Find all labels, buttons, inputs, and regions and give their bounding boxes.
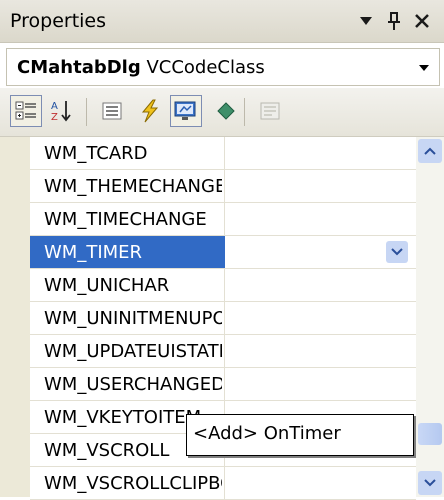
svg-text:Z: Z — [51, 112, 58, 123]
grid-gutter — [0, 137, 30, 497]
grid-row-wm-timer[interactable]: WM_TIMER — [30, 236, 416, 269]
row-label: WM_UNICHAR — [44, 275, 170, 296]
scrollbar-thumb[interactable] — [418, 423, 442, 445]
chevron-down-icon[interactable] — [386, 241, 408, 263]
row-value-field[interactable] — [225, 236, 416, 268]
grid-row-wm-timechange[interactable]: WM_TIMECHANGE — [30, 203, 416, 236]
row-label: WM_UPDATEUISTATE — [44, 341, 222, 362]
grid-row-wm-tcard[interactable]: WM_TCARD — [30, 137, 416, 170]
add-ontimer-option[interactable]: <Add> OnTimer — [193, 423, 341, 444]
property-grid: WM_TCARD WM_THEMECHANGED WM_TIMECHANGE W… — [0, 137, 444, 500]
scroll-up-icon[interactable] — [418, 139, 442, 163]
row-label: WM_USERCHANGED — [44, 374, 222, 395]
grid-row-wm-userchanged[interactable]: WM_USERCHANGED — [30, 368, 416, 401]
close-icon[interactable] — [410, 8, 434, 34]
row-label: WM_UNINITMENUPOPUP — [44, 308, 222, 329]
grid-row-wm-updateuistate[interactable]: WM_UPDATEUISTATE — [30, 335, 416, 368]
properties-title-bar: Properties — [0, 0, 444, 43]
messages-icon[interactable] — [170, 95, 202, 127]
grid-row-wm-vscrollclipboard[interactable]: WM_VSCROLLCLIPBOARD — [30, 467, 416, 500]
row-label: WM_TCARD — [44, 143, 148, 164]
toolbar-separator — [86, 98, 87, 126]
svg-text:A: A — [51, 101, 58, 112]
handler-dropdown-list: <Add> OnTimer — [186, 414, 414, 456]
panel-title: Properties — [10, 10, 107, 32]
toolbar-separator — [244, 98, 245, 126]
window-position-dropdown-icon[interactable] — [354, 8, 378, 34]
object-selector-value: CMahtabDlg VCCodeClass — [17, 57, 265, 78]
categorized-icon[interactable] — [10, 95, 42, 127]
auto-hide-pin-icon[interactable] — [382, 8, 406, 34]
properties-list-icon[interactable] — [96, 95, 128, 127]
grid-row-wm-uninitmenupopup[interactable]: WM_UNINITMENUPOPUP — [30, 302, 416, 335]
properties-toolbar: A Z — [0, 88, 444, 137]
chevron-down-icon[interactable] — [419, 61, 429, 75]
row-label: WM_THEMECHANGED — [44, 176, 222, 197]
row-label: WM_VSCROLLCLIPBOARD — [44, 473, 222, 494]
events-lightning-icon[interactable] — [134, 95, 166, 127]
object-selector-combo[interactable]: CMahtabDlg VCCodeClass — [6, 48, 440, 86]
grid-row-wm-themechanged[interactable]: WM_THEMECHANGED — [30, 170, 416, 203]
row-label: WM_TIMECHANGE — [44, 209, 207, 230]
scroll-down-icon[interactable] — [418, 471, 442, 495]
property-pages-icon — [254, 95, 286, 127]
alphabetical-sort-icon[interactable]: A Z — [46, 95, 78, 127]
vertical-scrollbar[interactable] — [416, 137, 444, 497]
object-name: CMahtabDlg — [17, 57, 141, 78]
object-type: VCCodeClass — [146, 57, 265, 78]
grid-row-wm-unichar[interactable]: WM_UNICHAR — [30, 269, 416, 302]
overrides-icon[interactable] — [210, 95, 242, 127]
row-label: WM_TIMER — [44, 242, 143, 263]
